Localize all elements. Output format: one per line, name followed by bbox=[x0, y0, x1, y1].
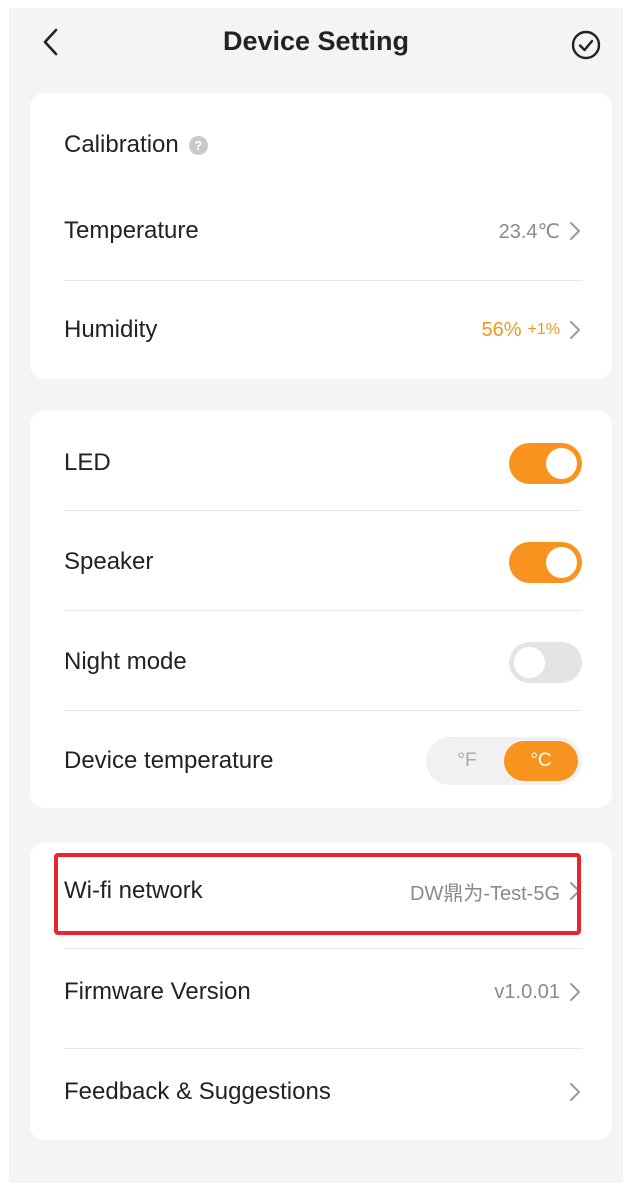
feedback-row[interactable]: Feedback & Suggestions bbox=[64, 1072, 582, 1112]
firmware-version-label: Firmware Version bbox=[64, 978, 251, 1005]
device-temperature-row: Device temperature °F °C bbox=[64, 736, 582, 786]
divider bbox=[64, 510, 582, 511]
wifi-network-row[interactable]: Wi-fi network DW鼎为-Test-5G bbox=[64, 871, 582, 911]
divider bbox=[64, 1048, 582, 1049]
device-setting-screen: Device Setting Calibration? Temperature … bbox=[9, 8, 623, 1183]
confirm-button[interactable] bbox=[569, 28, 603, 62]
led-label: LED bbox=[64, 449, 111, 476]
speaker-row: Speaker bbox=[64, 540, 582, 584]
chevron-right-icon bbox=[570, 1083, 580, 1101]
speaker-label: Speaker bbox=[64, 548, 154, 575]
chevron-right-icon bbox=[570, 321, 580, 339]
device-temperature-label: Device temperature bbox=[64, 747, 274, 774]
calibration-heading: Calibration? bbox=[64, 127, 582, 163]
speaker-toggle[interactable] bbox=[509, 541, 582, 583]
temperature-label: Temperature bbox=[64, 217, 199, 244]
unit-celsius-option[interactable]: °C bbox=[504, 741, 578, 781]
night-mode-toggle[interactable] bbox=[509, 641, 582, 683]
check-circle-icon bbox=[571, 30, 601, 60]
temperature-unit-selector: °F °C bbox=[426, 737, 582, 785]
divider bbox=[64, 280, 582, 281]
divider bbox=[64, 610, 582, 611]
humidity-row[interactable]: Humidity 56% +1% bbox=[64, 310, 582, 350]
firmware-version-value: v1.0.01 bbox=[494, 980, 560, 1003]
calibration-card: Calibration? Temperature 23.4℃ Humidity … bbox=[30, 93, 612, 379]
wifi-network-value: DW鼎为-Test-5G bbox=[410, 882, 560, 905]
humidity-delta: +1% bbox=[527, 321, 560, 338]
wifi-network-label: Wi-fi network bbox=[64, 877, 203, 904]
temperature-row[interactable]: Temperature 23.4℃ bbox=[64, 211, 582, 251]
feedback-label: Feedback & Suggestions bbox=[64, 1078, 331, 1105]
led-toggle[interactable] bbox=[509, 442, 582, 484]
divider bbox=[64, 710, 582, 711]
humidity-value: 56% bbox=[481, 318, 522, 341]
humidity-label: Humidity bbox=[64, 316, 158, 343]
night-mode-row: Night mode bbox=[64, 640, 582, 684]
chevron-right-icon bbox=[570, 882, 580, 900]
divider bbox=[64, 948, 582, 949]
toggle-knob bbox=[546, 447, 577, 479]
help-icon[interactable]: ? bbox=[188, 136, 208, 156]
chevron-right-icon bbox=[570, 983, 580, 1001]
toggle-knob bbox=[514, 646, 545, 678]
header: Device Setting bbox=[9, 8, 623, 80]
led-row: LED bbox=[64, 441, 582, 485]
unit-fahrenheit-option[interactable]: °F bbox=[430, 741, 504, 781]
controls-card: LED Speaker Night mode Device temperatur… bbox=[30, 411, 612, 808]
info-card: Wi-fi network DW鼎为-Test-5G Firmware Vers… bbox=[30, 843, 612, 1140]
night-mode-label: Night mode bbox=[64, 648, 187, 675]
chevron-right-icon bbox=[570, 222, 580, 240]
page-title: Device Setting bbox=[222, 26, 410, 56]
toggle-knob bbox=[546, 546, 577, 578]
calibration-title: Calibration? bbox=[64, 131, 208, 159]
firmware-version-row[interactable]: Firmware Version v1.0.01 bbox=[64, 972, 582, 1012]
temperature-value: 23.4℃ bbox=[498, 220, 560, 243]
